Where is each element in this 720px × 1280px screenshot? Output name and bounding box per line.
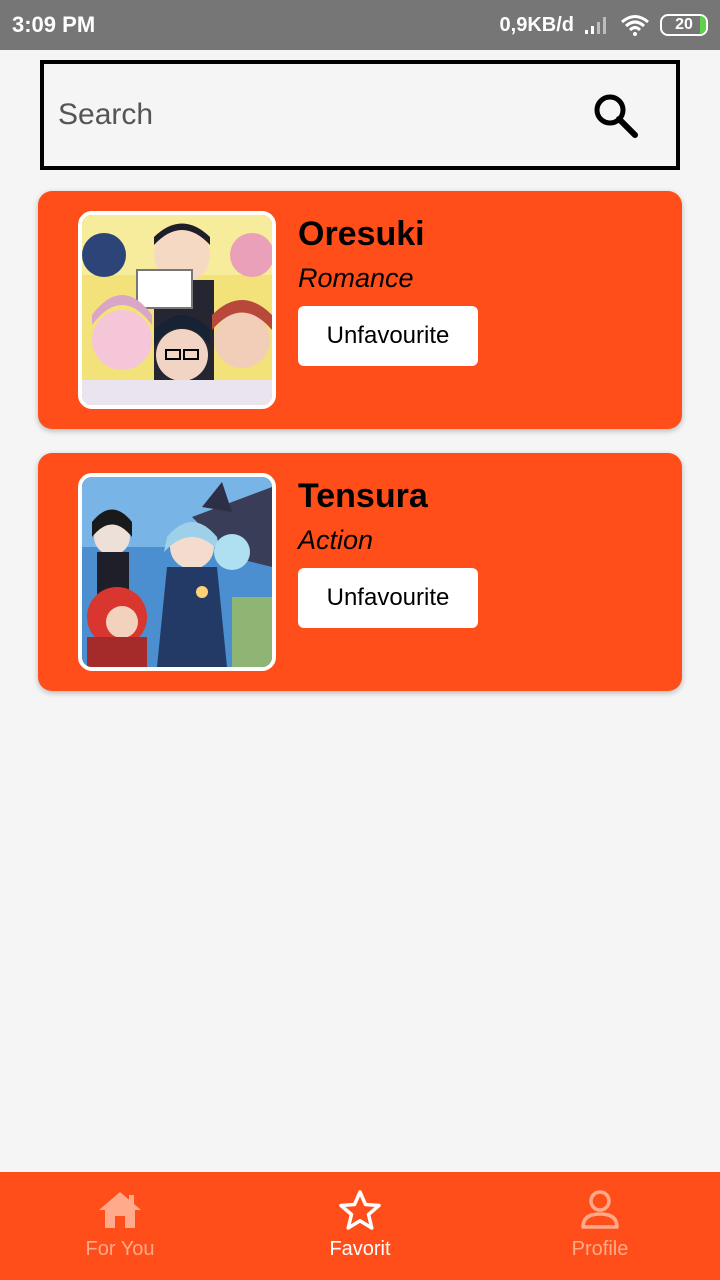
favorite-card[interactable]: Tensura Action Unfavourite	[38, 453, 682, 691]
anime-title: Oresuki	[298, 215, 425, 253]
anime-genre: Romance	[298, 263, 414, 293]
network-speed: 0,9KB/d	[499, 13, 574, 36]
search-icon[interactable]	[590, 90, 640, 140]
anime-genre: Action	[298, 525, 374, 555]
status-indicators: 0,9KB/d 20	[500, 14, 708, 37]
search-input[interactable]	[58, 98, 590, 132]
anime-thumbnail	[78, 473, 276, 671]
search-bar	[40, 60, 680, 170]
home-icon	[96, 1188, 144, 1232]
star-icon	[336, 1188, 384, 1232]
nav-item-profile[interactable]: Profile	[480, 1172, 720, 1280]
bottom-navigation: For You Favorit Profile	[0, 1172, 720, 1280]
profile-icon	[576, 1188, 624, 1232]
wifi-icon	[621, 15, 649, 36]
nav-label: Favorit	[329, 1238, 391, 1260]
anime-thumbnail	[78, 211, 276, 409]
nav-item-for-you[interactable]: For You	[0, 1172, 240, 1280]
nav-item-favorit[interactable]: Favorit	[240, 1172, 480, 1280]
anime-title: Tensura	[298, 477, 428, 515]
status-time: 3:09 PM	[12, 12, 96, 37]
signal-icon	[585, 17, 606, 34]
nav-label: For You	[85, 1238, 155, 1260]
unfavourite-button[interactable]: Unfavourite	[298, 306, 478, 366]
nav-label: Profile	[571, 1238, 629, 1260]
status-bar: 3:09 PM 0,9KB/d 20	[0, 0, 720, 50]
battery-icon: 20	[660, 14, 708, 36]
favorite-card[interactable]: Oresuki Romance Unfavourite	[38, 191, 682, 429]
battery-level: 20	[675, 16, 693, 33]
unfavourite-button[interactable]: Unfavourite	[298, 568, 478, 628]
